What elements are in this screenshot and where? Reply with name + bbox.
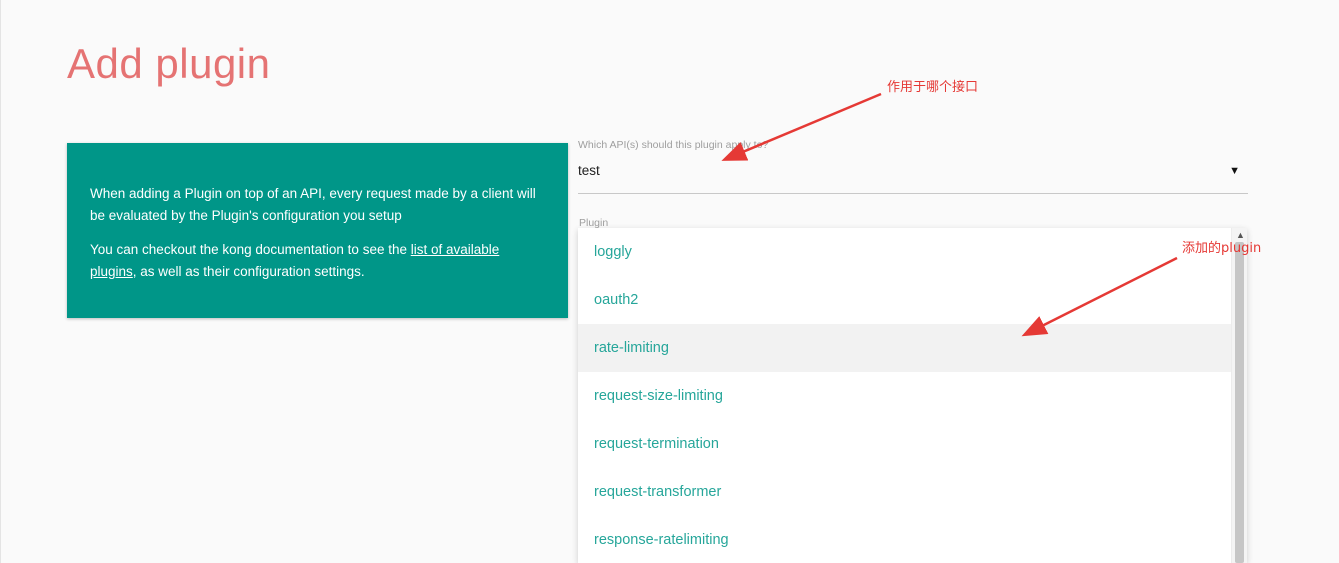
plugin-option-request-termination[interactable]: request-termination	[578, 420, 1231, 468]
info-text-2: You can checkout the kong documentation …	[90, 239, 546, 283]
plugin-option-rate-limiting[interactable]: rate-limiting	[578, 324, 1231, 372]
plugin-option-list: loggly oauth2 rate-limiting request-size-li…	[578, 228, 1231, 563]
info-text-2-prefix: You can checkout the kong documentation …	[90, 242, 411, 257]
info-text-1: When adding a Plugin on top of an API, e…	[90, 186, 536, 223]
info-text-2-suffix: , as well as their configuration setting…	[132, 264, 365, 279]
plugin-option-oauth2[interactable]: oauth2	[578, 276, 1231, 324]
api-select[interactable]: test ▼	[578, 160, 1248, 194]
plugin-option-response-ratelimiting[interactable]: response-ratelimiting	[578, 516, 1231, 563]
api-annotation-label: 作用于哪个接口	[887, 80, 979, 95]
api-select-label: Which API(s) should this plugin apply to…	[578, 139, 769, 151]
caret-down-icon: ▼	[1229, 165, 1240, 177]
info-card: When adding a Plugin on top of an API, e…	[67, 143, 568, 318]
scrollbar-thumb[interactable]	[1235, 242, 1244, 563]
plugin-option-request-transformer[interactable]: request-transformer	[578, 468, 1231, 516]
add-plugin-page: Add plugin When adding a Plugin on top o…	[0, 0, 1339, 563]
plugin-option-loggly[interactable]: loggly	[578, 228, 1231, 276]
page-title: Add plugin	[67, 40, 271, 87]
plugin-dropdown[interactable]: loggly oauth2 rate-limiting request-size-li…	[578, 228, 1247, 563]
plugin-option-request-size-limiting[interactable]: request-size-limiting	[578, 372, 1231, 420]
api-select-value: test	[578, 163, 600, 178]
plugin-annotation-label: 添加的plugin	[1182, 241, 1262, 256]
dropdown-scrollbar[interactable]: ▲	[1231, 228, 1247, 563]
